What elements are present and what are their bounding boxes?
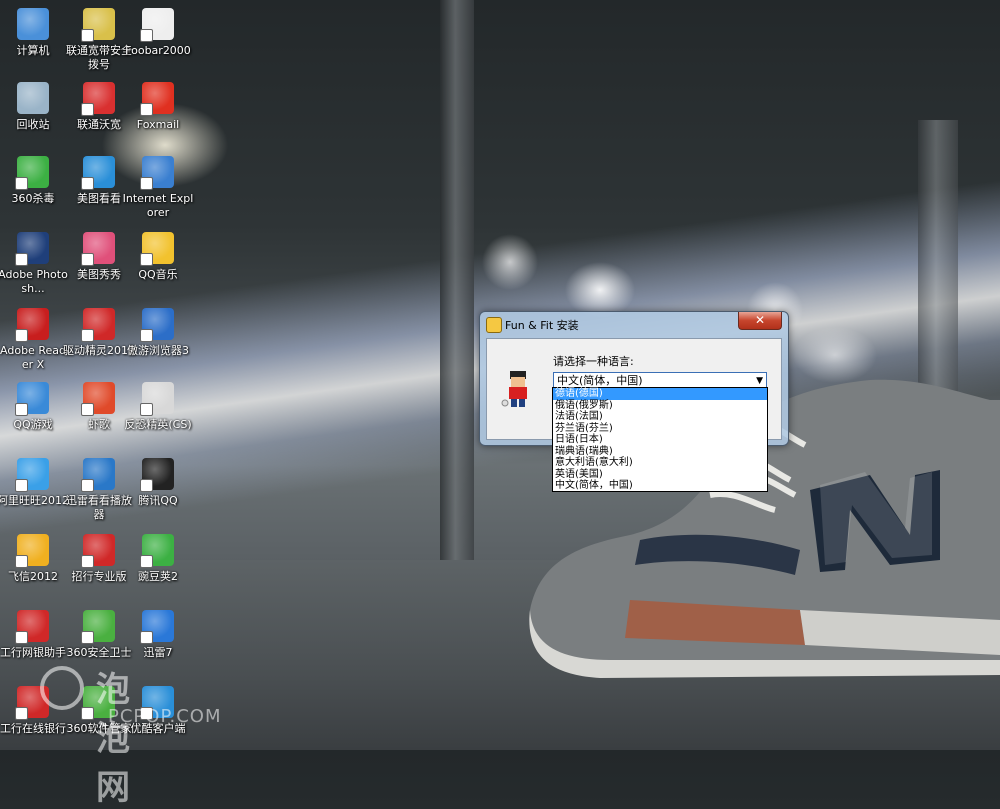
desktop-icon-label: 飞信2012 <box>8 570 58 583</box>
app-shortcut-icon <box>140 382 174 416</box>
app-shortcut-icon <box>15 610 49 644</box>
app-shortcut-icon <box>140 610 174 644</box>
language-select[interactable]: 中文(简体，中国) ▼ <box>553 372 767 388</box>
app-shortcut-icon <box>140 156 174 190</box>
app-shortcut-icon <box>140 458 174 492</box>
language-prompt: 请选择一种语言: <box>553 355 634 368</box>
desktop-icon[interactable]: QQ游戏 <box>0 382 69 432</box>
desktop-icon-label: QQ音乐 <box>138 268 178 281</box>
desktop-icon[interactable]: 迅雷7 <box>122 610 194 660</box>
app-shortcut-icon <box>81 610 115 644</box>
desktop-icon[interactable]: 反恐精英(CS) <box>122 382 194 432</box>
desktop-icon[interactable]: Adobe Photosh... <box>0 232 69 296</box>
street-pole <box>440 0 474 560</box>
desktop-icon-label: Adobe Reader X <box>0 344 66 371</box>
desktop-icon-label: 计算机 <box>16 44 50 57</box>
language-option[interactable]: 日语(日本) <box>553 434 767 446</box>
desktop-icon-label: 傲游浏览器3 <box>127 344 189 357</box>
desktop-icon[interactable]: 回收站 <box>0 82 69 132</box>
language-option[interactable]: 意大利语(意大利) <box>553 457 767 469</box>
desktop-icon-label: Foobar2000 <box>125 44 191 57</box>
app-shortcut-icon <box>140 534 174 568</box>
close-button[interactable]: ✕ <box>738 312 782 330</box>
language-option[interactable]: 芬兰语(芬兰) <box>553 423 767 435</box>
desktop-icon[interactable]: 腾讯QQ <box>122 458 194 508</box>
desktop-icon[interactable]: Internet Explorer <box>122 156 194 220</box>
desktop-icon[interactable]: 飞信2012 <box>0 534 69 584</box>
desktop-icon[interactable]: 傲游浏览器3 <box>122 308 194 358</box>
app-shortcut-icon <box>81 156 115 190</box>
desktop-icon[interactable]: Foobar2000 <box>122 8 194 58</box>
app-shortcut-icon <box>15 382 49 416</box>
desktop-icon-label: 360杀毒 <box>11 192 55 205</box>
desktop-icon-label: Adobe Photosh... <box>0 268 68 295</box>
app-shortcut-icon <box>15 156 49 190</box>
language-option[interactable]: 俄语(俄罗斯) <box>553 400 767 412</box>
language-option[interactable]: 中文(简体，中国) <box>553 480 767 492</box>
desktop-icon-label: 工行网银助手 <box>0 646 66 659</box>
desktop-icon-label: 腾讯QQ <box>138 494 178 507</box>
desktop-icon[interactable]: QQ音乐 <box>122 232 194 282</box>
desktop-icon-label: 豌豆荚2 <box>138 570 178 583</box>
desktop-icon-label: 回收站 <box>16 118 50 131</box>
desktop-icon[interactable]: 豌豆荚2 <box>122 534 194 584</box>
desktop-icon[interactable]: 360杀毒 <box>0 156 69 206</box>
app-shortcut-icon <box>17 8 49 40</box>
app-shortcut-icon <box>140 82 174 116</box>
desktop-icon-label: QQ游戏 <box>13 418 53 431</box>
language-option[interactable]: 英语(美国) <box>553 469 767 481</box>
language-option[interactable]: 瑞典语(瑞典) <box>553 446 767 458</box>
watermark-brand: 泡泡网 <box>96 670 132 808</box>
app-shortcut-icon <box>140 8 174 42</box>
app-shortcut-icon <box>140 308 174 342</box>
app-shortcut-icon <box>15 534 49 568</box>
desktop-icon-label: 反恐精英(CS) <box>124 418 192 431</box>
desktop-icon[interactable]: 计算机 <box>0 8 69 58</box>
desktop-icon-label: Internet Explorer <box>122 192 194 219</box>
language-dropdown-list: 德语(德国) 俄语(俄罗斯) 法语(法国) 芬兰语(芬兰) 日语(日本) 瑞典语(瑞典) 意… <box>552 387 768 492</box>
language-option[interactable]: 法语(法国) <box>553 411 767 423</box>
desktop-icon-label: 工行在线银行 <box>0 722 66 735</box>
app-shortcut-icon <box>15 458 49 492</box>
desktop-icon-label: 迅雷7 <box>143 646 173 659</box>
desktop-icon[interactable]: 工行网银助手 <box>0 610 69 660</box>
language-select-value: 中文(简体，中国) <box>557 374 643 387</box>
desktop-icon-label: Foxmail <box>136 118 180 131</box>
app-shortcut-icon <box>81 382 115 416</box>
app-shortcut-icon <box>81 8 115 42</box>
app-shortcut-icon <box>81 308 115 342</box>
mascot-icon <box>501 371 527 407</box>
app-shortcut-icon <box>17 82 49 114</box>
desktop-icon[interactable]: Adobe Reader X <box>0 308 69 372</box>
app-shortcut-icon <box>81 534 115 568</box>
dialog-title: Fun & Fit 安装 <box>505 319 579 332</box>
app-shortcut-icon <box>81 82 115 116</box>
watermark-site: PCPOP.COM <box>108 706 222 727</box>
language-option[interactable]: 德语(德国) <box>553 388 767 400</box>
app-shortcut-icon <box>81 232 115 266</box>
app-shortcut-icon <box>15 232 49 266</box>
desktop-icon[interactable]: Foxmail <box>122 82 194 132</box>
app-icon <box>486 317 502 333</box>
app-shortcut-icon <box>81 458 115 492</box>
watermark-logo-icon <box>40 666 84 710</box>
desktop-icon[interactable]: 阿里旺旺2012 <box>0 458 69 508</box>
desktop-icon-label: 阿里旺旺2012 <box>0 494 69 507</box>
app-shortcut-icon <box>15 308 49 342</box>
app-shortcut-icon <box>140 232 174 266</box>
dialog-titlebar[interactable]: Fun & Fit 安装 ✕ <box>480 312 788 336</box>
